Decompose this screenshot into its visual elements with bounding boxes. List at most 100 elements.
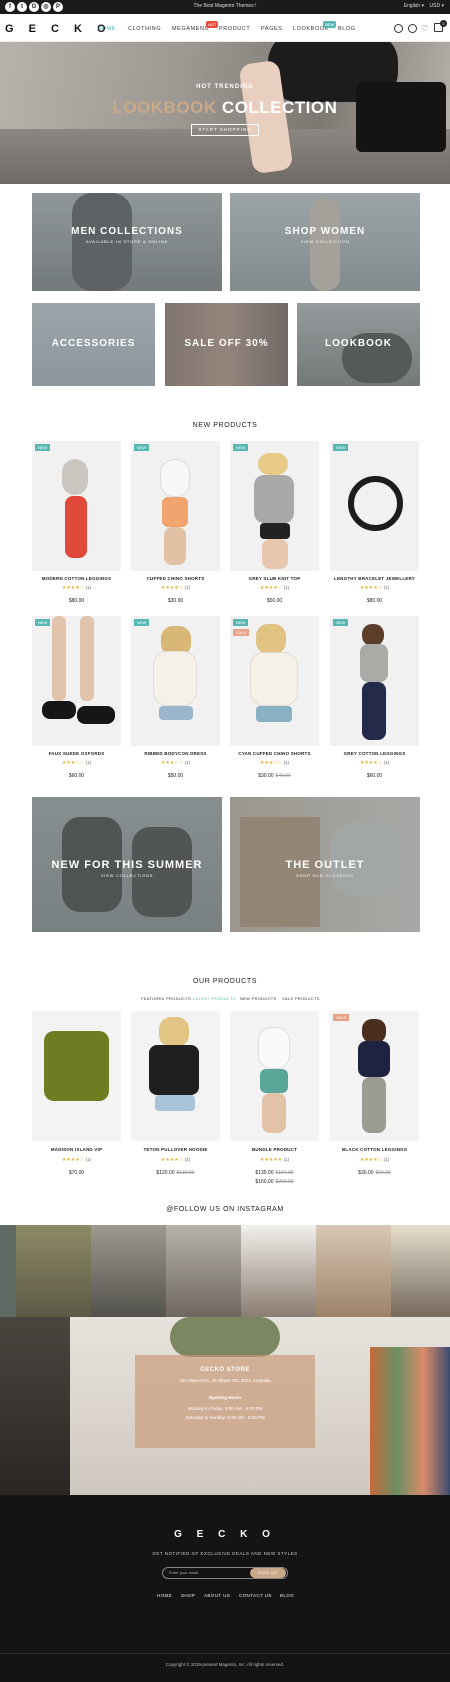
product-name[interactable]: MODERN COTTON LEGGINGS [32, 576, 121, 581]
copyright: Copyright © 2019-present Magento, Inc. A… [0, 1653, 450, 1667]
new-products-title: NEW PRODUCTS [192, 422, 258, 429]
product-name[interactable]: BLACK COTTON LEGGINGS [330, 1147, 419, 1152]
footer-link-blog[interactable]: BLOG [280, 1593, 294, 1598]
product-image[interactable] [131, 1011, 220, 1141]
search-icon[interactable] [394, 24, 403, 33]
banner-title: SHOP WOMEN [284, 226, 366, 237]
instagram-photo[interactable] [241, 1225, 316, 1317]
banner-men-collections[interactable]: MEN COLLECTIONS AVAILABLE IN STORE & ONL… [32, 193, 222, 291]
product-image[interactable]: NEW [131, 441, 220, 571]
banner-lookbook[interactable]: LOOKBOOK [297, 303, 420, 386]
product-price: $70.00 [68, 1170, 85, 1176]
product-rating: ★★★★☆ (1) [61, 585, 92, 591]
product-name[interactable]: RIBBED BODYCON DRESS [131, 751, 220, 756]
cart-count: 0 [440, 20, 447, 27]
product-price: $60.00 [366, 773, 383, 779]
store-info-box: GECKO STORE 184 Main Rd E, St Albans VIC… [135, 1355, 315, 1448]
product-image[interactable]: NEW [32, 441, 121, 571]
product-price: $50.00 [167, 773, 184, 779]
site-logo[interactable]: G E C K O [5, 23, 112, 35]
product-figure [348, 476, 403, 531]
product-price: $50.00 [266, 598, 283, 604]
language-select[interactable]: English ▾ [404, 3, 424, 9]
nav-pages[interactable]: PAGES [261, 26, 283, 32]
footer-link-about-us[interactable]: ABOUT US [204, 1593, 230, 1598]
currency-select[interactable]: USD ▾ [430, 3, 444, 9]
nav-clothing[interactable]: CLOTHING [128, 26, 161, 32]
product-rating: ★★★★☆ (1) [359, 1157, 390, 1163]
tab-new-products[interactable]: NEW PRODUCTS [240, 996, 277, 1001]
product-name[interactable]: MADISON ISLAND VIP [32, 1147, 121, 1152]
product-image[interactable]: NEW [230, 441, 319, 571]
banner-accessories[interactable]: ACCESSORIES [32, 303, 155, 386]
tab-latest-products[interactable]: LATEST PRODUCTS [193, 996, 236, 1001]
banner-shop-women[interactable]: SHOP WOMEN VIEW COLLECTION [230, 193, 420, 291]
tab-sale-products[interactable]: SALE PRODUCTS [282, 996, 320, 1001]
product-figure [160, 459, 190, 497]
footer-logo[interactable]: G E C K O [0, 1529, 450, 1540]
banner-title: THE OUTLET [285, 859, 365, 871]
instagram-photo[interactable] [316, 1225, 391, 1317]
start-shopping-button[interactable]: START SHOPPING [191, 124, 259, 136]
product-image[interactable]: NEW [330, 441, 419, 571]
banner-the-outlet[interactable]: THE OUTLET SHOP OUR CLOSEOUT [230, 797, 420, 932]
product-image[interactable]: NEW SALE [230, 616, 319, 746]
banner-subtitle: VIEW COLLECTION [300, 239, 350, 244]
product-image[interactable] [230, 1011, 319, 1141]
product-rating: ★★★★☆ (1) [259, 585, 290, 591]
new-badge: NEW [333, 444, 349, 451]
sign-up-button[interactable]: SIGN UP [250, 1568, 286, 1578]
product-name[interactable]: GREY SLUB KNIT TOP [230, 576, 319, 581]
nav-megamenu[interactable]: MEGAMENU [172, 26, 209, 32]
nav-product[interactable]: PRODUCT [219, 26, 250, 32]
product-figure [52, 616, 66, 701]
new-badge: NEW [233, 444, 249, 451]
newsletter-text: GET NOTIFIED OF EXCLUSIVE DEALS AND NEW … [152, 1551, 298, 1556]
product-figure [62, 459, 88, 495]
product-image[interactable]: NEW [330, 616, 419, 746]
product-name[interactable]: TETON PULLOVER HOODIE [131, 1147, 220, 1152]
product-image[interactable]: NEW [32, 616, 121, 746]
product-image[interactable] [32, 1011, 121, 1141]
instagram-photo[interactable] [166, 1225, 241, 1317]
product-figure [360, 644, 388, 682]
footer-link-contact-us[interactable]: CONTACT US [239, 1593, 272, 1598]
nav-blog[interactable]: BLOG [338, 26, 356, 32]
product-figure [44, 1031, 109, 1101]
instagram-photo[interactable] [391, 1225, 450, 1317]
store-section: GECKO STORE 184 Main Rd E, St Albans VIC… [0, 1317, 450, 1495]
product-name[interactable]: CYAN CUFFED CHINO SHORTS [230, 751, 319, 756]
product-figure [80, 616, 94, 701]
new-badge: NEW [35, 444, 51, 451]
product-figure [362, 1077, 386, 1133]
instagram-photo[interactable] [16, 1225, 91, 1317]
footer-link-home[interactable]: HOME [157, 1593, 172, 1598]
banner-new-for-summer[interactable]: NEW FOR THIS SUMMER VIEW COLLECTIONS [32, 797, 222, 932]
product-figure [77, 706, 115, 724]
product-price: $80.00 [68, 598, 85, 604]
wishlist-icon[interactable]: ♡ [421, 24, 428, 33]
product-name[interactable]: FAUX SUEDE OXFORDS [32, 751, 121, 756]
product-image[interactable]: SALE [330, 1011, 419, 1141]
product-figure [153, 651, 197, 706]
product-name[interactable]: GREY COTTON LEGGINGS [330, 751, 419, 756]
new-badge: NEW [134, 444, 150, 451]
product-figure [250, 652, 298, 706]
instagram-photo[interactable] [0, 1225, 16, 1317]
instagram-photo[interactable] [91, 1225, 166, 1317]
product-image[interactable]: NEW [131, 616, 220, 746]
hero-title: LOOKBOOK COLLECTION [112, 98, 338, 117]
account-icon[interactable] [408, 24, 417, 33]
product-name[interactable]: CUFFED CHINO SHORTS [131, 576, 220, 581]
nav-home[interactable]: HOME [97, 26, 116, 32]
footer-link-shop[interactable]: SHOP [181, 1593, 195, 1598]
product-name[interactable]: BUNDLE PRODUCT [230, 1147, 319, 1152]
product-figure [260, 1069, 288, 1093]
product-price: $30.00 $60.00 [358, 1170, 391, 1176]
new-badge: NEW [323, 21, 337, 28]
product-name[interactable]: LENGTHY BRACELET JEWELLERY [330, 576, 419, 581]
tab-featured-products[interactable]: FEATURED PRODUCTS [141, 996, 191, 1001]
store-address: 184 Main Rd E, St Albans VIC 3021, Austr… [179, 1378, 271, 1383]
product-figure [258, 1027, 290, 1069]
banner-sale-off[interactable]: SALE OFF 30% [165, 303, 288, 386]
